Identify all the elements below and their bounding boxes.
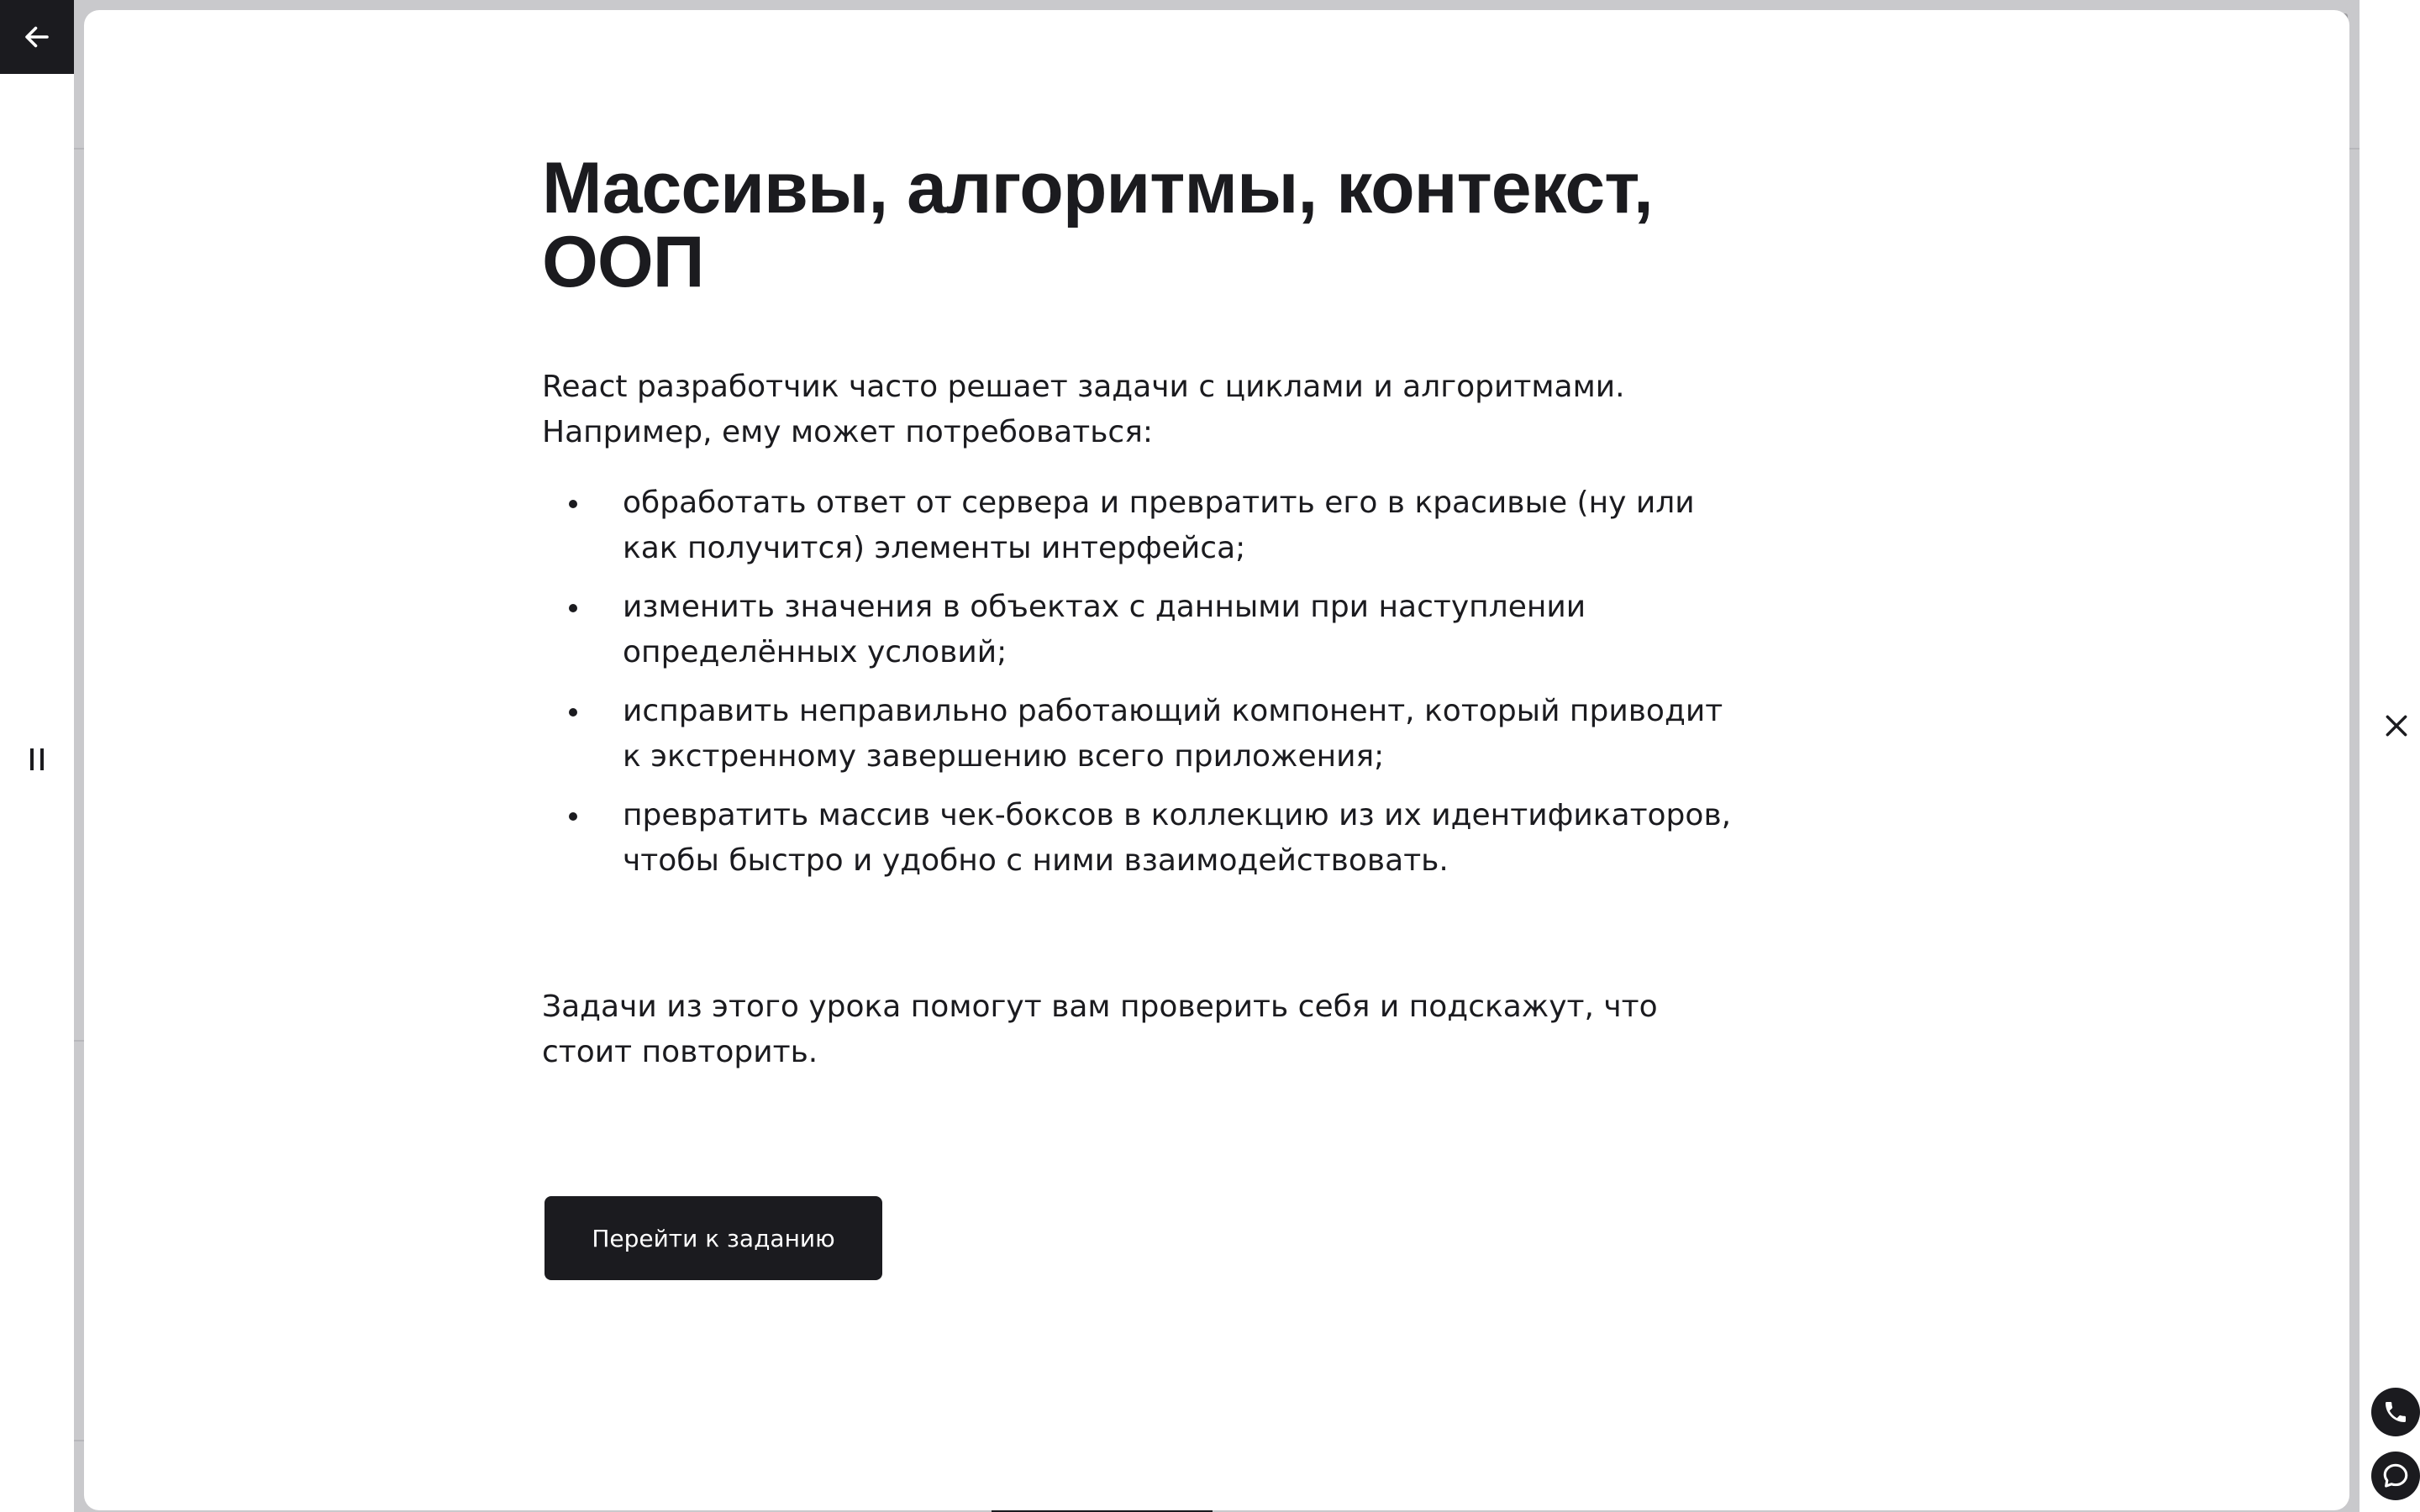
task-list-item: исправить неправильно работающий компоне…: [542, 689, 1735, 780]
chat-icon: [2383, 1463, 2408, 1488]
task-list-item: превратить массив чек-боксов в коллекцию…: [542, 793, 1735, 884]
lesson-intro-text: React разработчик часто решает задачи с …: [542, 370, 1625, 449]
bullet-icon: [569, 500, 577, 508]
lesson-title: Массивы, алгоритмы, контекст, ООП: [542, 148, 1654, 302]
chat-button[interactable]: [2371, 1452, 2420, 1500]
task-list: обработать ответ от сервера и превратить…: [542, 480, 1735, 884]
task-list-item: обработать ответ от сервера и превратить…: [542, 480, 1735, 571]
task-list-item: изменить значения в объектах с данными п…: [542, 585, 1735, 675]
lesson-content: Массивы, алгоритмы, контекст, ООП React …: [542, 151, 1819, 1075]
bullet-icon: [569, 708, 577, 717]
arrow-left-icon: [25, 26, 49, 48]
go-to-task-button[interactable]: Перейти к заданию: [544, 1196, 882, 1280]
phone-button[interactable]: [2371, 1388, 2420, 1436]
pause-button[interactable]: [17, 739, 57, 780]
phone-icon: [2386, 1402, 2406, 1422]
pause-icon: [30, 748, 44, 770]
close-icon: [2386, 715, 2407, 737]
bullet-icon: [569, 812, 577, 821]
close-button[interactable]: [2371, 701, 2420, 751]
bullet-icon: [569, 604, 577, 612]
lesson-outro-text: Задачи из этого урока помогут вам провер…: [542, 990, 1658, 1069]
back-button[interactable]: [0, 0, 74, 74]
